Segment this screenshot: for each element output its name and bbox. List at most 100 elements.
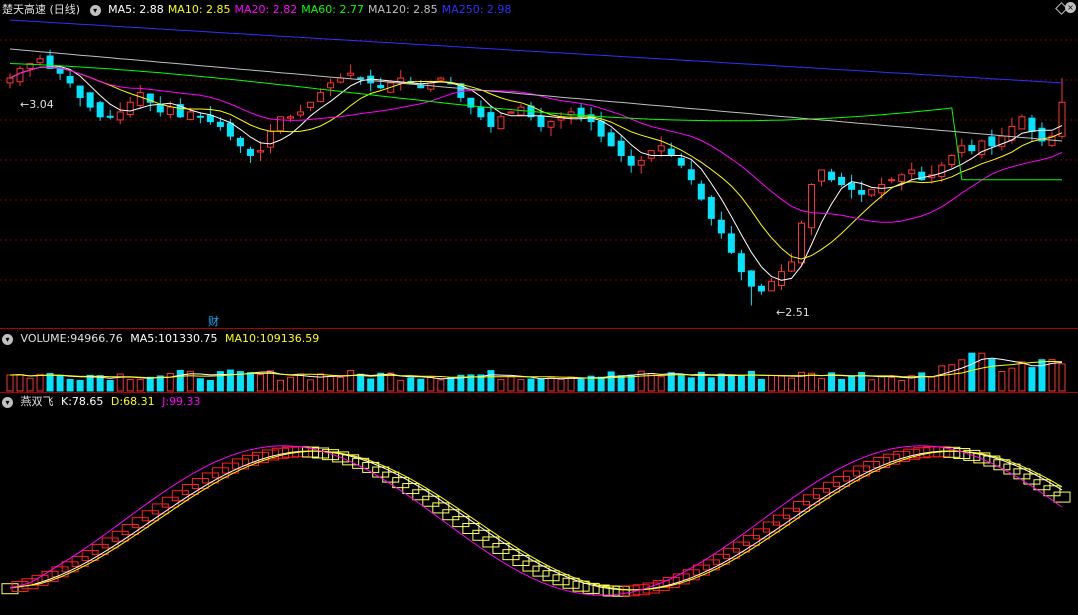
signal-box <box>883 453 901 465</box>
candle <box>317 88 325 103</box>
signal-box <box>241 454 259 466</box>
volume-bar <box>848 375 856 392</box>
candle <box>757 283 765 295</box>
volume-header: ▾ VOLUME:94966.76 MA5:101330.75 MA10:109… <box>0 331 323 347</box>
volume-bar <box>36 373 44 392</box>
volume-bar <box>407 377 415 392</box>
signal-box <box>191 478 209 490</box>
volume-bar <box>527 378 535 392</box>
candle <box>697 180 705 201</box>
volume-bar <box>948 364 956 392</box>
high-price-label: ←3.04 <box>20 98 54 111</box>
candle <box>146 93 154 112</box>
candle <box>808 183 816 235</box>
candle <box>637 156 645 174</box>
volume-bar <box>327 376 335 392</box>
volume-dropdown-icon[interactable]: ▾ <box>2 333 13 345</box>
candle <box>1028 114 1036 141</box>
k-label: K: <box>61 395 72 408</box>
indicator-dropdown-icon[interactable]: ▾ <box>2 396 13 408</box>
candle <box>737 249 745 281</box>
candle <box>798 221 806 267</box>
candle <box>126 96 134 118</box>
volume-bar <box>287 376 295 392</box>
candle <box>868 188 876 198</box>
ma-legend-item: MA250: 2.98 <box>441 3 512 16</box>
volume-bar <box>76 379 84 392</box>
volume-bar <box>928 376 936 392</box>
volume-ma5-value: 101330.75 <box>158 332 218 345</box>
signal-box <box>782 507 800 519</box>
volume-bar <box>617 375 625 392</box>
volume-bar <box>417 378 425 392</box>
candle <box>266 124 274 154</box>
volume-bar <box>757 378 765 392</box>
signal-box <box>752 528 770 540</box>
volume-bar <box>226 369 234 392</box>
signal-box <box>181 483 199 495</box>
signal-box <box>562 577 580 589</box>
indicator-name: 燕双飞 <box>20 395 54 408</box>
low-price-label: ←2.51 <box>776 306 810 319</box>
candle <box>767 278 775 292</box>
candle <box>627 149 635 173</box>
candle <box>567 107 575 125</box>
volume-bar <box>767 374 775 392</box>
volume-bar <box>1008 367 1016 392</box>
volume-ma10-value: 109136.59 <box>259 332 320 345</box>
signal-box <box>101 537 119 549</box>
candle <box>437 76 445 82</box>
candle <box>928 165 936 184</box>
volume-bar <box>497 379 505 392</box>
finance-marker[interactable]: 财 <box>208 313 219 329</box>
price-panel[interactable]: 楚天高速 (日线) ▾ MA5: 2.88 MA10: 2.85 MA20: 2.8… <box>0 0 1078 328</box>
ma-dropdown-icon[interactable]: ▾ <box>89 4 101 16</box>
volume-bar <box>6 374 14 392</box>
stock-title: 楚天高速 (日线) <box>2 3 81 16</box>
volume-panel[interactable]: ▾ VOLUME:94966.76 MA5:101330.75 MA10:109… <box>0 329 1078 392</box>
candle <box>818 169 826 187</box>
volume-bar <box>868 379 876 392</box>
candle <box>156 96 164 117</box>
volume-bar <box>297 373 305 392</box>
volume-bar <box>988 359 996 392</box>
candle <box>16 66 24 87</box>
volume-bar <box>968 352 976 392</box>
volume-bar <box>26 377 34 392</box>
volume-bar <box>507 376 515 392</box>
volume-bar <box>266 370 274 392</box>
volume-bar <box>567 376 575 392</box>
candle <box>998 127 1006 151</box>
volume-bar <box>166 372 174 392</box>
volume-bar <box>727 375 735 392</box>
candle <box>948 154 956 169</box>
signal-box <box>91 543 109 555</box>
candle <box>246 146 254 163</box>
volume-bar <box>307 379 315 392</box>
volume-bar <box>427 376 435 392</box>
volume-label: VOLUME: <box>20 332 71 345</box>
volume-bar <box>687 377 695 392</box>
candle <box>547 120 555 136</box>
volume-bar <box>818 377 826 392</box>
volume-bar <box>777 375 785 392</box>
volume-bar <box>437 379 445 392</box>
candle <box>497 113 505 130</box>
d-line <box>9 450 1063 591</box>
volume-bar <box>577 378 585 392</box>
candle <box>607 128 615 147</box>
candle <box>988 129 996 155</box>
volume-bar <box>808 372 816 392</box>
volume-bar <box>46 373 54 392</box>
ma120-line <box>9 48 1063 142</box>
candle <box>116 102 124 125</box>
indicator-panel[interactable]: ▾ 燕双飞 K:78.65 D:68.31 J:99.33 <box>0 393 1078 615</box>
signal-box <box>762 521 780 533</box>
signal-box <box>722 547 740 559</box>
volume-bar <box>56 374 64 392</box>
volume-bar <box>487 370 495 392</box>
candle <box>307 101 315 112</box>
signal-box <box>161 496 179 508</box>
d-label: D: <box>110 395 124 408</box>
signal-box <box>131 517 149 529</box>
